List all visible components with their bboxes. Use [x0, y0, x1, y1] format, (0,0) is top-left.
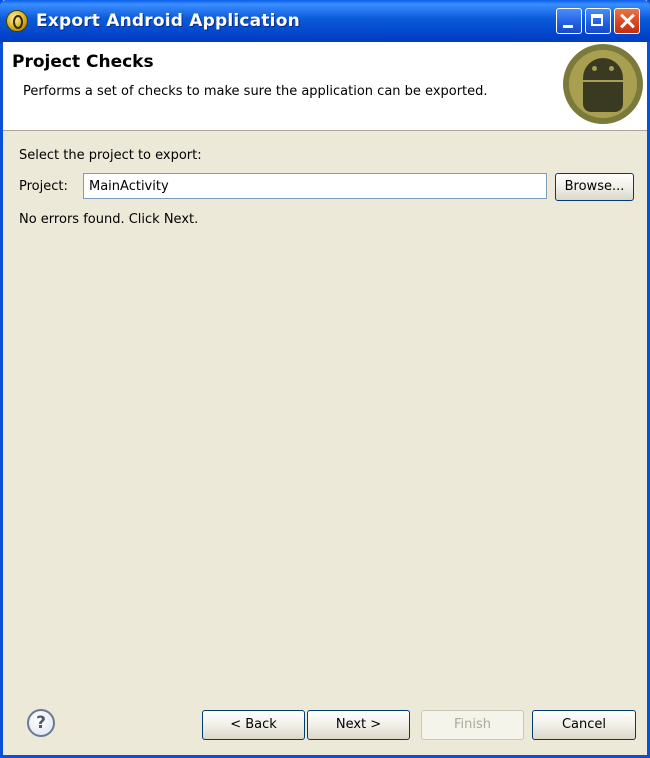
cancel-button[interactable]: Cancel — [532, 710, 636, 740]
next-button[interactable]: Next > — [307, 710, 410, 740]
status-message: No errors found. Click Next. — [19, 212, 199, 227]
window-title: Export Android Application — [36, 11, 300, 31]
title-bar[interactable]: Export Android Application — [0, 0, 650, 42]
eclipse-app-icon — [6, 10, 28, 32]
select-project-label: Select the project to export: — [19, 148, 202, 163]
maximize-button[interactable] — [585, 8, 611, 34]
wizard-header: Project Checks Performs a set of checks … — [3, 42, 647, 131]
minimize-button[interactable] — [556, 8, 582, 34]
android-logo-icon — [563, 44, 643, 124]
help-icon[interactable]: ? — [27, 709, 55, 737]
project-input[interactable] — [83, 173, 547, 199]
close-button[interactable] — [614, 8, 640, 34]
back-button[interactable]: < Back — [202, 710, 305, 740]
browse-button[interactable]: Browse... — [555, 173, 634, 201]
finish-button[interactable]: Finish — [421, 710, 524, 740]
page-title: Project Checks — [12, 52, 154, 72]
export-dialog: Export Android Application Project Check… — [0, 0, 650, 758]
project-label: Project: — [19, 179, 68, 194]
wizard-footer: ? < Back Next > Finish Cancel — [3, 700, 647, 755]
page-description: Performs a set of checks to make sure th… — [23, 84, 488, 99]
